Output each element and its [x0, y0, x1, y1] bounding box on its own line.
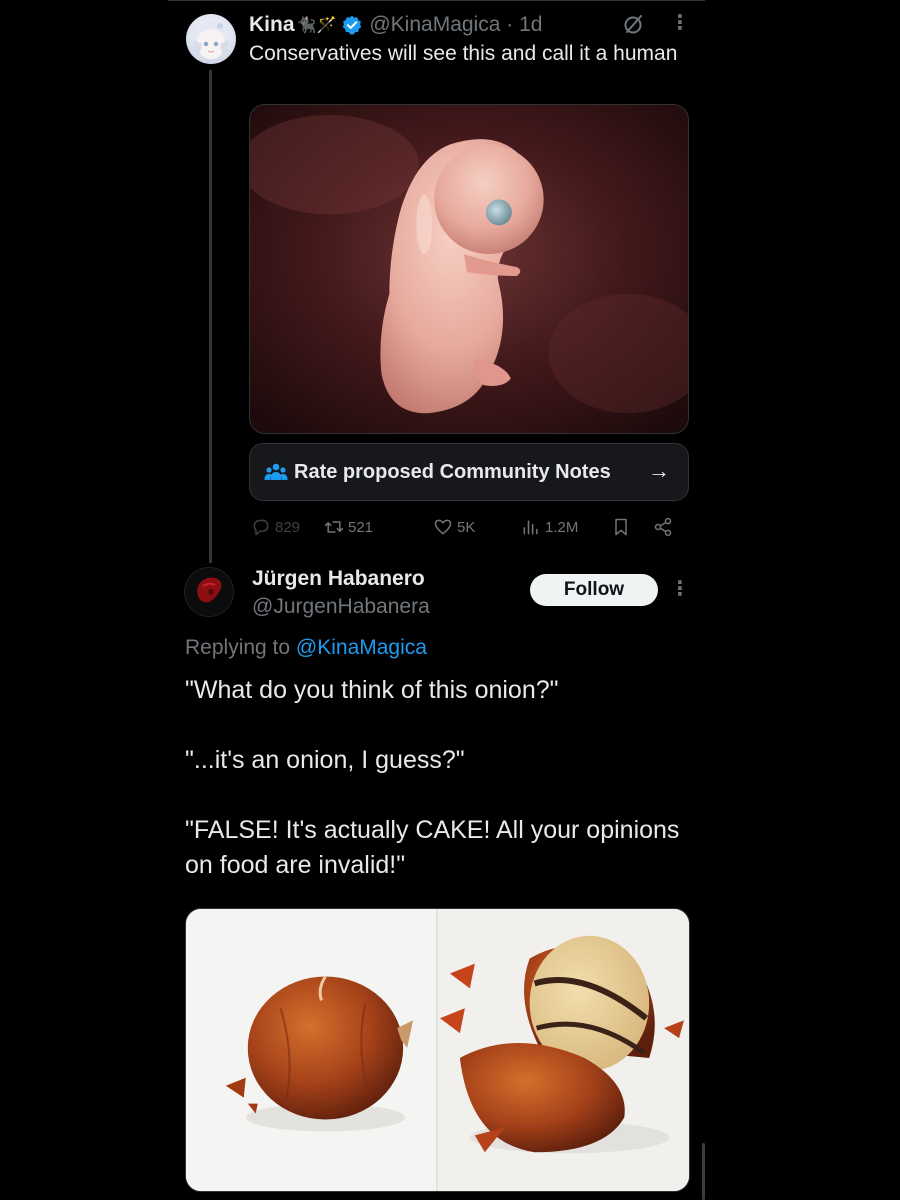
grok-icon[interactable] [622, 12, 646, 36]
repost-icon [324, 521, 344, 533]
reply-icon [253, 519, 269, 536]
reply-paragraph: "What do you think of this onion?" [185, 676, 559, 704]
like-button[interactable]: 5K [433, 512, 475, 542]
name-emoji: 🐈‍⬛🪄 [296, 17, 337, 34]
scrollbar-thumb[interactable] [702, 1143, 705, 1200]
replying-mention-link[interactable]: @KinaMagica [296, 636, 427, 659]
repost-count: 521 [348, 518, 374, 536]
share-icon [654, 517, 672, 537]
verified-badge-icon [343, 15, 362, 35]
bookmark-icon [615, 518, 627, 536]
replying-to: Replying to @KinaMagica [185, 633, 427, 663]
community-notes-label: Rate proposed Community Notes [294, 460, 611, 483]
reply-author-handle[interactable]: @JurgenHabanera [252, 592, 430, 622]
timeline-top-border [168, 0, 705, 4]
analytics-icon [523, 520, 538, 535]
community-notes-icon [264, 463, 288, 480]
tweet-actions: 829 521 5K 1.2M [249, 512, 689, 542]
community-notes-button[interactable]: Rate proposed Community Notes → [249, 443, 689, 501]
thread-line [209, 70, 212, 563]
reply-paragraph: "FALSE! It's actually CAKE! All your opi… [185, 816, 680, 879]
tweet-image[interactable] [249, 104, 689, 434]
author-handle[interactable]: @KinaMagica [369, 13, 500, 37]
reply-count: 829 [275, 518, 301, 536]
reply-button[interactable]: 829 [251, 512, 300, 542]
fetus-photo-icon [250, 105, 688, 433]
tweet-time[interactable]: 1d [519, 13, 542, 37]
onion-cake-photo-icon [186, 909, 689, 1191]
kina-avatar[interactable] [186, 14, 236, 64]
reply-paragraph: "...it's an onion, I guess?" [185, 746, 465, 774]
reply-author-name[interactable]: Jürgen Habanero [252, 564, 425, 594]
jurgen-avatar[interactable] [184, 567, 234, 617]
more-options-icon[interactable]: ⋮ [670, 12, 690, 34]
arrow-right-icon: → [648, 458, 670, 483]
reply-image[interactable] [185, 908, 690, 1192]
like-count: 5K [457, 518, 476, 536]
page: Kina 🐈‍⬛🪄 @KinaMagica · 1d ⋮ Conservativ… [0, 0, 900, 1200]
repost-button[interactable]: 521 [324, 512, 373, 542]
replying-prefix: Replying to [185, 636, 291, 659]
tweet-text: Conservatives will see this and call it … [249, 42, 678, 65]
follow-button[interactable]: Follow [530, 574, 658, 606]
tweet-header: Kina 🐈‍⬛🪄 @KinaMagica · 1d [249, 10, 542, 40]
bookmark-button[interactable] [611, 512, 635, 542]
share-button[interactable] [653, 512, 677, 542]
views-button[interactable]: 1.2M [521, 512, 578, 542]
views-count: 1.2M [545, 518, 579, 536]
reply-more-options-icon[interactable]: ⋮ [670, 578, 690, 600]
heart-icon [434, 519, 452, 535]
dot-separator: · [500, 13, 520, 36]
author-name[interactable]: Kina [249, 13, 295, 37]
